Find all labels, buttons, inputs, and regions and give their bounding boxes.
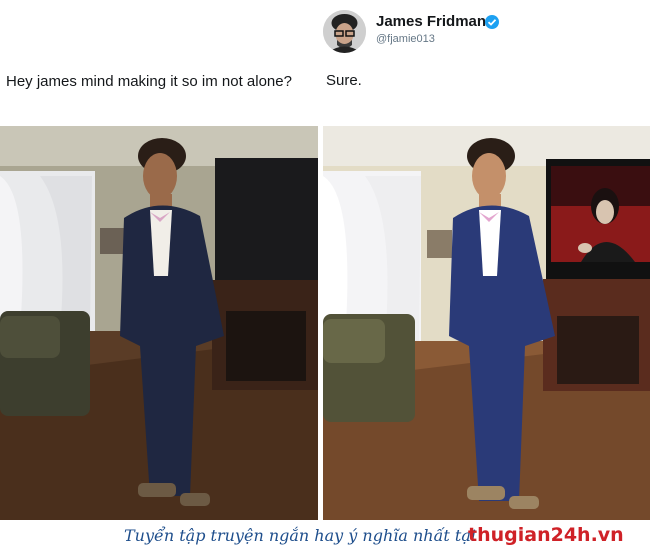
reply-text: Sure. [326,72,362,89]
original-photo [0,126,318,520]
watermark-site[interactable]: thugian24h.vn [468,524,624,546]
edited-photo [323,126,650,520]
author-avatar[interactable] [323,10,366,53]
author-name[interactable]: James Fridman [376,13,486,30]
author-handle[interactable]: @fjamie013 [376,33,435,45]
tweet-header: James Fridman @fjamie013 Hey james mind … [0,0,650,125]
watermark-caption: Tuyển tập truyện ngắn hay ý nghĩa nhất t… [124,526,477,545]
watermark-bar: Tuyển tập truyện ngắn hay ý nghĩa nhất t… [0,520,650,552]
request-text: Hey james mind making it so im not alone… [6,73,292,90]
verified-badge-icon [485,15,499,29]
